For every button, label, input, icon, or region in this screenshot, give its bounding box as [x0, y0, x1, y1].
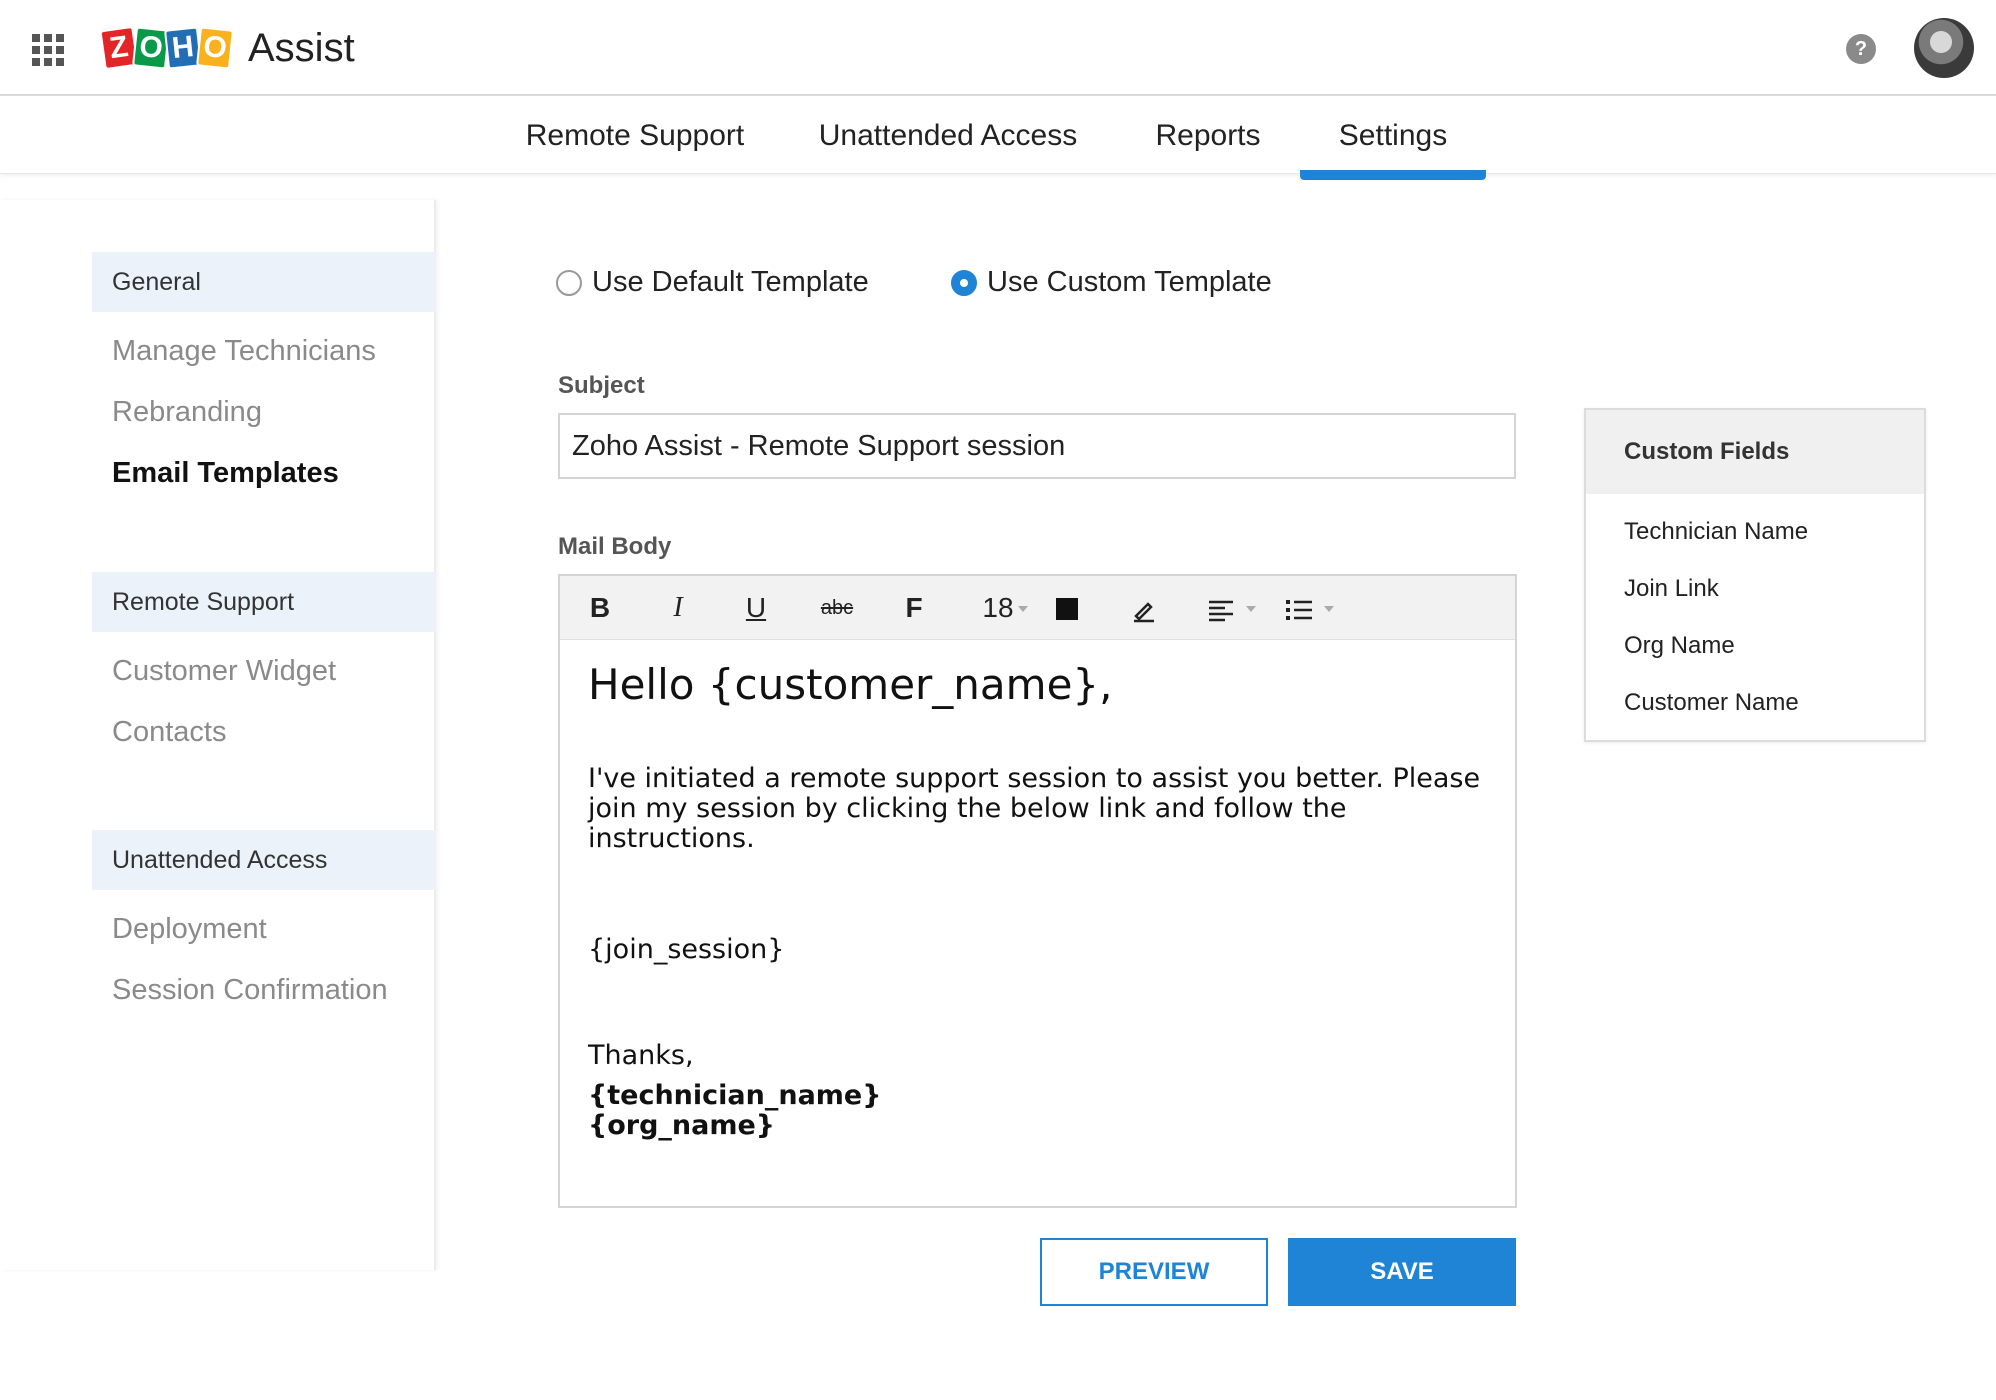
mail-thanks: Thanks,	[588, 1040, 694, 1071]
app-grid-icon[interactable]	[32, 34, 66, 66]
zoho-assist-logo[interactable]: Z O H O Assist	[99, 22, 355, 74]
custom-fields-panel: Custom Fields Technician Name Join Link …	[1584, 408, 1926, 742]
preview-button[interactable]: PREVIEW	[1040, 1238, 1268, 1306]
radio-default-label: Use Default Template	[592, 266, 869, 298]
main-nav: Remote Support Unattended Access Reports…	[0, 98, 1996, 180]
mail-greeting: Hello {customer_name},	[588, 660, 1113, 709]
sidebar-item-email-templates[interactable]: Email Templates	[112, 457, 339, 490]
help-icon[interactable]: ?	[1846, 34, 1876, 64]
mail-join-placeholder: {join_session}	[588, 934, 785, 965]
align-left-icon	[1209, 600, 1233, 621]
subject-input[interactable]	[558, 413, 1516, 479]
custom-fields-title: Custom Fields	[1586, 410, 1924, 494]
font-family-button[interactable]: F	[896, 576, 932, 640]
radio-default-template[interactable]: Use Default Template	[556, 266, 869, 299]
tab-reports[interactable]: Reports	[1146, 98, 1270, 174]
active-tab-indicator	[1300, 170, 1486, 180]
font-size-value: 18	[982, 592, 1014, 623]
bullet-list-icon	[1286, 599, 1312, 620]
underline-button[interactable]: U	[742, 576, 770, 640]
radio-custom-template[interactable]: Use Custom Template	[951, 266, 1272, 299]
subject-label: Subject	[558, 372, 645, 399]
sidebar-item-manage-technicians[interactable]: Manage Technicians	[112, 335, 376, 368]
user-avatar[interactable]	[1914, 18, 1974, 78]
custom-field-customer-name[interactable]: Customer Name	[1624, 689, 1799, 717]
sidebar-section-remote-support[interactable]: Remote Support	[92, 572, 436, 632]
sidebar-item-deployment[interactable]: Deployment	[112, 913, 267, 946]
custom-field-technician-name[interactable]: Technician Name	[1624, 518, 1808, 546]
chevron-down-icon	[1018, 606, 1028, 612]
app-name: Assist	[248, 25, 355, 70]
align-button[interactable]	[1204, 576, 1238, 640]
mail-technician-placeholder: {technician_name}	[588, 1080, 882, 1111]
list-button[interactable]	[1282, 576, 1316, 640]
sidebar-item-contacts[interactable]: Contacts	[112, 716, 226, 749]
custom-field-org-name[interactable]: Org Name	[1624, 632, 1735, 660]
highlight-pen-icon[interactable]	[1130, 576, 1158, 640]
italic-button[interactable]: I	[664, 576, 692, 640]
mail-paragraph: I've initiated a remote support session …	[588, 763, 1481, 854]
save-button[interactable]: SAVE	[1288, 1238, 1516, 1306]
chevron-down-icon	[1246, 606, 1256, 612]
text-color-button[interactable]	[1056, 598, 1078, 620]
tab-remote-support[interactable]: Remote Support	[515, 98, 755, 174]
sidebar-section-unattended-access[interactable]: Unattended Access	[92, 830, 436, 890]
radio-default-indicator[interactable]	[556, 269, 582, 296]
mail-body-label: Mail Body	[558, 533, 672, 560]
logo-letter-o-2: O	[196, 26, 234, 70]
chevron-down-icon	[1324, 606, 1334, 612]
sidebar-item-rebranding[interactable]: Rebranding	[112, 396, 262, 429]
mail-body-editor[interactable]: B I U abc F 18 Hello {customer_name}, I'…	[558, 574, 1517, 1208]
tab-settings[interactable]: Settings	[1300, 98, 1486, 174]
sidebar-item-session-confirmation[interactable]: Session Confirmation	[112, 974, 388, 1007]
radio-custom-indicator[interactable]	[951, 269, 977, 296]
sidebar-item-customer-widget[interactable]: Customer Widget	[112, 655, 336, 688]
strikethrough-button[interactable]: abc	[820, 576, 854, 640]
top-header: Z O H O Assist ?	[0, 0, 1996, 96]
tab-unattended-access[interactable]: Unattended Access	[812, 98, 1084, 174]
custom-field-join-link[interactable]: Join Link	[1624, 575, 1719, 603]
bold-button[interactable]: B	[586, 576, 614, 640]
radio-custom-label: Use Custom Template	[987, 266, 1272, 298]
editor-toolbar: B I U abc F 18	[560, 576, 1515, 640]
mail-org-placeholder: {org_name}	[588, 1110, 776, 1141]
sidebar-section-general[interactable]: General	[92, 252, 436, 312]
